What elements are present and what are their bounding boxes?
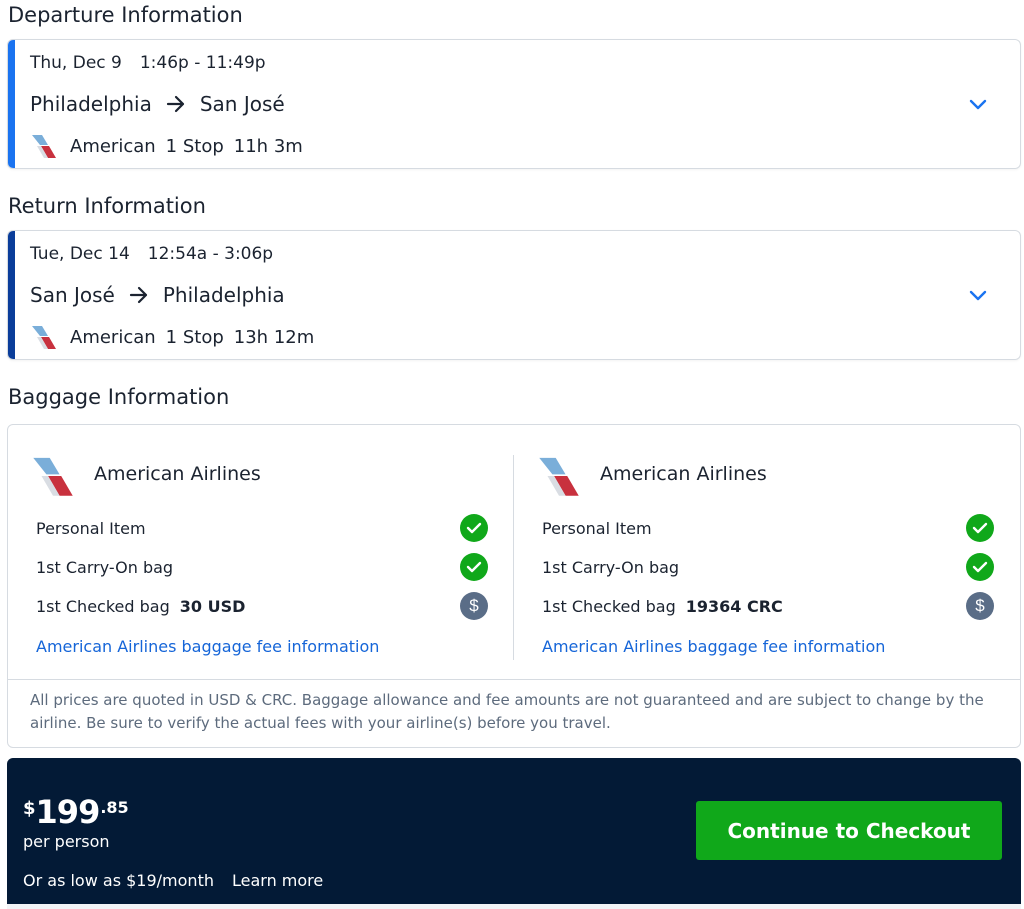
baggage-label: Personal Item	[542, 518, 652, 538]
route-origin: San José	[30, 283, 115, 307]
flight-time: 12:54a - 3:06p	[147, 244, 274, 264]
baggage-airline-name: American Airlines	[94, 463, 261, 485]
american-airlines-logo	[30, 132, 58, 160]
baggage-label: 1st Checked bag	[36, 596, 170, 616]
baggage-fee-link[interactable]: American Airlines baggage fee informatio…	[542, 637, 885, 656]
return-section-title: Return Information	[8, 194, 206, 218]
check-circle-icon	[460, 514, 488, 542]
check-circle-icon	[460, 553, 488, 581]
baggage-disclaimer: All prices are quoted in USD & CRC. Bagg…	[30, 691, 984, 732]
price-whole: 199	[35, 793, 101, 831]
baggage-label: 1st Checked bag	[542, 596, 676, 616]
airline-name: American	[70, 326, 156, 348]
flight-datetime: Tue, Dec 14 12:54a - 3:06p	[30, 244, 273, 264]
flight-date: Thu, Dec 9	[30, 53, 122, 73]
financing-row: Or as low as $19/month Learn more	[23, 871, 323, 890]
route-destination: San José	[199, 92, 285, 116]
baggage-row-carry-on: 1st Carry-On bag	[36, 552, 488, 582]
flight-airline-row: American 1 Stop 13h 12m	[30, 323, 324, 351]
price-currency: $	[23, 798, 36, 819]
financing-text: Or as low as $19/month	[23, 871, 214, 890]
baggage-label: 1st Carry-On bag	[542, 557, 680, 577]
arrow-right-icon	[129, 286, 149, 304]
chevron-down-icon[interactable]	[968, 287, 988, 301]
check-circle-icon	[966, 553, 994, 581]
card-accent-bar	[8, 231, 15, 359]
baggage-label: 1st Carry-On bag	[36, 557, 174, 577]
airline-name: American	[70, 135, 156, 157]
baggage-card: American Airlines Personal Item 1st Carr…	[7, 424, 1021, 748]
flight-duration: 11h 3m	[233, 135, 303, 157]
american-airlines-logo	[536, 453, 582, 499]
baggage-row-personal-item: Personal Item	[542, 513, 994, 543]
checkout-bar: $ 199 .85 per person Or as low as $19/mo…	[7, 758, 1021, 909]
dollar-circle-icon: $	[966, 592, 994, 620]
baggage-fee: 30 USD	[179, 596, 246, 616]
continue-to-checkout-button[interactable]: Continue to Checkout	[696, 801, 1002, 860]
price-display: $ 199 .85	[23, 794, 129, 830]
baggage-row-checked: 1st Checked bag 19364 CRC $	[542, 591, 994, 621]
baggage-row-checked: 1st Checked bag 30 USD $	[36, 591, 488, 621]
disclaimer-divider	[8, 679, 1020, 680]
baggage-label: Personal Item	[36, 518, 146, 538]
flight-route: Philadelphia San José	[30, 92, 285, 116]
per-person-label: per person	[23, 832, 110, 851]
route-destination: Philadelphia	[162, 283, 285, 307]
dollar-circle-icon: $	[460, 592, 488, 620]
baggage-row-carry-on: 1st Carry-On bag	[542, 552, 994, 582]
american-airlines-logo	[30, 323, 58, 351]
departure-section-title: Departure Information	[8, 3, 243, 27]
flight-date: Tue, Dec 14	[30, 244, 130, 264]
route-origin: Philadelphia	[30, 92, 152, 116]
american-airlines-logo	[30, 453, 76, 499]
check-circle-icon	[966, 514, 994, 542]
baggage-section-title: Baggage Information	[8, 385, 230, 409]
baggage-airline-name: American Airlines	[600, 463, 767, 485]
flight-datetime: Thu, Dec 9 1:46p - 11:49p	[30, 53, 266, 73]
baggage-fee: 19364 CRC	[685, 596, 783, 616]
baggage-row-personal-item: Personal Item	[36, 513, 488, 543]
flight-stops: 1 Stop	[165, 135, 224, 157]
baggage-column-outbound: American Airlines Personal Item 1st Carr…	[8, 425, 488, 679]
price-cents: .85	[100, 798, 129, 817]
flight-airline-row: American 1 Stop 11h 3m	[30, 132, 313, 160]
flight-stops: 1 Stop	[165, 326, 224, 348]
card-accent-bar	[8, 40, 15, 168]
return-flight-card[interactable]: Tue, Dec 14 12:54a - 3:06p San José Phila…	[7, 230, 1021, 360]
chevron-down-icon[interactable]	[968, 96, 988, 110]
bottom-strip	[7, 904, 1021, 909]
flight-duration: 13h 12m	[233, 326, 315, 348]
departure-flight-card[interactable]: Thu, Dec 9 1:46p - 11:49p Philadelphia Sa…	[7, 39, 1021, 169]
baggage-column-return: American Airlines Personal Item 1st Carr…	[514, 425, 994, 679]
baggage-fee-link[interactable]: American Airlines baggage fee informatio…	[36, 637, 379, 656]
arrow-right-icon	[166, 95, 186, 113]
learn-more-link[interactable]: Learn more	[232, 871, 323, 890]
flight-route: San José Philadelphia	[30, 283, 285, 307]
flight-time: 1:46p - 11:49p	[139, 53, 266, 73]
